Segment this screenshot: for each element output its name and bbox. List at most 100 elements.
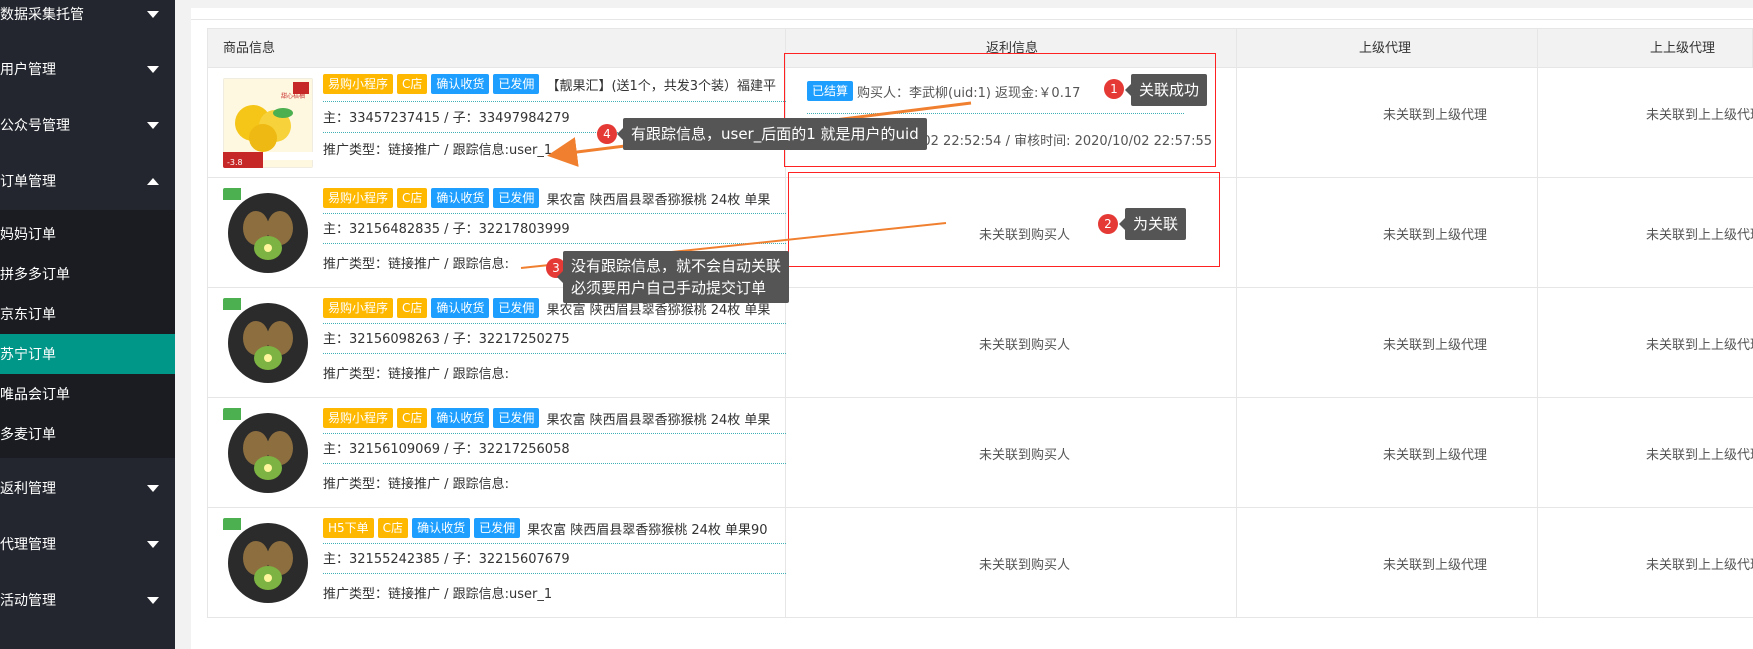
tag-receipt: 确认收货: [412, 518, 471, 538]
order-ids: 主：32156098263 / 子：32217250275: [323, 332, 570, 347]
svg-text:甜心桔柚: 甜心桔柚: [281, 92, 305, 100]
tracking-info: 推广类型：链接推广 / 跟踪信息:user_1: [323, 143, 553, 158]
product-thumbnail[interactable]: 甜心桔柚 -3.8: [223, 78, 313, 168]
order-tags: 易购小程序 C店 确认收货 已发佣 【靓果汇】(送1个，共发3个装）福建平: [323, 74, 786, 94]
divider: [323, 243, 786, 244]
product-title[interactable]: 果农富 陕西眉县翠香猕猴桃 24枚 单果: [546, 409, 786, 428]
order-tags: 易购小程序 C店 确认收货 已发佣 果农富 陕西眉县翠香猕猴桃 24枚 单果: [323, 408, 786, 428]
product-title[interactable]: 果农富 陕西眉县翠香猕猴桃 24枚 单果: [546, 189, 786, 208]
grandparent-agent: 未关联到上上级代理: [1646, 338, 1753, 353]
submenu-suning-orders[interactable]: 苏宁订单: [0, 334, 175, 374]
submenu-label: 妈妈订单: [0, 227, 56, 243]
menu-rebate-management[interactable]: 返利管理: [0, 460, 175, 516]
tag-commission: 已发佣: [493, 74, 540, 94]
rebate-info: 未关联到购买人: [979, 338, 1071, 353]
annotation-line: 必须要用户自己手动提交订单: [571, 279, 767, 297]
tag-receipt: 确认收货: [431, 74, 490, 94]
menu-label: 用户管理: [0, 62, 56, 78]
grandparent-agent: 未关联到上上级代理: [1646, 558, 1753, 573]
menu-user-management[interactable]: 用户管理: [0, 41, 175, 97]
divider: [323, 543, 786, 544]
chevron-down-icon: [147, 10, 159, 18]
chevron-up-icon: [147, 177, 159, 185]
annotation-callout-unlinked: 为关联: [1118, 208, 1187, 240]
tag-source: 易购小程序: [323, 408, 394, 428]
submenu-duomai-orders[interactable]: 多麦订单: [0, 414, 175, 454]
tracking-info: 推广类型：链接推广 / 跟踪信息:: [323, 367, 510, 382]
parent-agent: 未关联到上级代理: [1383, 338, 1488, 353]
submenu-pdd-orders[interactable]: 拼多多订单: [0, 254, 175, 294]
tag-commission: 已发佣: [474, 518, 521, 538]
tag-receipt: 确认收货: [431, 298, 490, 318]
annotation-line: 没有跟踪信息，就不会自动关联: [571, 257, 782, 275]
annotation-number: 1: [1104, 79, 1124, 99]
tag-shop-type: C店: [397, 298, 428, 318]
order-ids: 主：32156482835 / 子：32217803999: [323, 222, 570, 237]
product-thumbnail[interactable]: [223, 188, 313, 278]
submenu-label: 唯品会订单: [0, 387, 70, 403]
table-row: 易购小程序 C店 确认收货 已发佣 果农富 陕西眉县翠香猕猴桃 24枚 单果 主…: [207, 288, 1753, 398]
divider: [323, 101, 786, 102]
tag-shop-type: C店: [377, 518, 409, 538]
parent-agent: 未关联到上级代理: [1383, 228, 1488, 243]
tag-source: 易购小程序: [323, 188, 394, 208]
menu-label: 订单管理: [0, 174, 56, 190]
order-ids: 主：32155242385 / 子：32215607679: [323, 552, 570, 567]
tag-receipt: 确认收货: [431, 408, 490, 428]
svg-text:-3.8: -3.8: [227, 158, 243, 167]
product-thumbnail[interactable]: [223, 298, 313, 388]
tag-commission: 已发佣: [493, 408, 540, 428]
product-thumbnail[interactable]: [223, 518, 313, 608]
product-title[interactable]: 果农富 陕西眉县翠香猕猴桃 24枚 单果90-: [527, 519, 767, 538]
chevron-down-icon: [147, 596, 159, 604]
submenu-mama-orders[interactable]: 妈妈订单: [0, 214, 175, 254]
annotation-callout-tracking: 有跟踪信息，user_后面的1 就是用户的uid: [617, 118, 927, 150]
divider: [323, 353, 786, 354]
tag-receipt: 确认收货: [431, 188, 490, 208]
menu-agent-management[interactable]: 代理管理: [0, 516, 175, 572]
tracking-info: 推广类型：链接推广 / 跟踪信息:: [323, 477, 510, 492]
tag-shop-type: C店: [397, 188, 428, 208]
tag-shop-type: C店: [397, 74, 428, 94]
chevron-down-icon: [147, 65, 159, 73]
product-image-icon: 甜心桔柚 -3.8: [223, 78, 313, 168]
tag-source: 易购小程序: [323, 74, 394, 94]
kiwi-image-icon: [223, 518, 313, 608]
menu-order-management[interactable]: 订单管理: [0, 153, 175, 209]
submenu-label: 苏宁订单: [0, 347, 56, 363]
tag-commission: 已发佣: [493, 298, 540, 318]
annotation-number: 2: [1098, 214, 1118, 234]
parent-agent: 未关联到上级代理: [1383, 448, 1488, 463]
order-submenu: 妈妈订单 拼多多订单 京东订单 苏宁订单 唯品会订单 多麦订单: [0, 210, 175, 458]
header-product-info: 商品信息: [223, 41, 276, 56]
menu-label: 返利管理: [0, 481, 56, 497]
panel-top-border: [191, 8, 1753, 20]
submenu-vip-orders[interactable]: 唯品会订单: [0, 374, 175, 414]
menu-label: 活动管理: [0, 593, 56, 609]
chevron-down-icon: [147, 484, 159, 492]
annotation-callout-linked: 关联成功: [1124, 74, 1208, 106]
order-tags: 易购小程序 C店 确认收货 已发佣 果农富 陕西眉县翠香猕猴桃 24枚 单果: [323, 188, 786, 208]
grandparent-agent: 未关联到上上级代理: [1646, 108, 1753, 123]
tag-shop-type: C店: [397, 408, 428, 428]
main-content: 商品信息 返利信息 上级代理 上上级代理 甜心桔柚 -3.8 易购小程序 C店 …: [175, 0, 1753, 649]
divider: [323, 323, 786, 324]
menu-official-account[interactable]: 公众号管理: [0, 97, 175, 153]
kiwi-image-icon: [223, 408, 313, 498]
chevron-down-icon: [147, 540, 159, 548]
product-thumbnail[interactable]: [223, 408, 313, 498]
table-row: H5下单 C店 确认收货 已发佣 果农富 陕西眉县翠香猕猴桃 24枚 单果90-…: [207, 508, 1753, 618]
annotation-number: 4: [597, 124, 617, 144]
menu-activity-management[interactable]: 活动管理: [0, 572, 175, 628]
divider: [323, 433, 786, 434]
product-title[interactable]: 【靓果汇】(送1个，共发3个装）福建平: [546, 75, 786, 94]
menu-data-collection[interactable]: 数据采集托管: [0, 0, 175, 42]
header-grandparent-agent: 上上级代理: [1650, 41, 1716, 56]
submenu-label: 京东订单: [0, 307, 56, 323]
tracking-info: 推广类型：链接推广 / 跟踪信息:user_1: [323, 587, 553, 602]
submenu-jd-orders[interactable]: 京东订单: [0, 294, 175, 334]
kiwi-image-icon: [223, 188, 313, 278]
rebate-info: 未关联到购买人: [979, 448, 1071, 463]
orders-panel: 商品信息 返利信息 上级代理 上上级代理 甜心桔柚 -3.8 易购小程序 C店 …: [191, 8, 1753, 649]
divider: [323, 463, 786, 464]
